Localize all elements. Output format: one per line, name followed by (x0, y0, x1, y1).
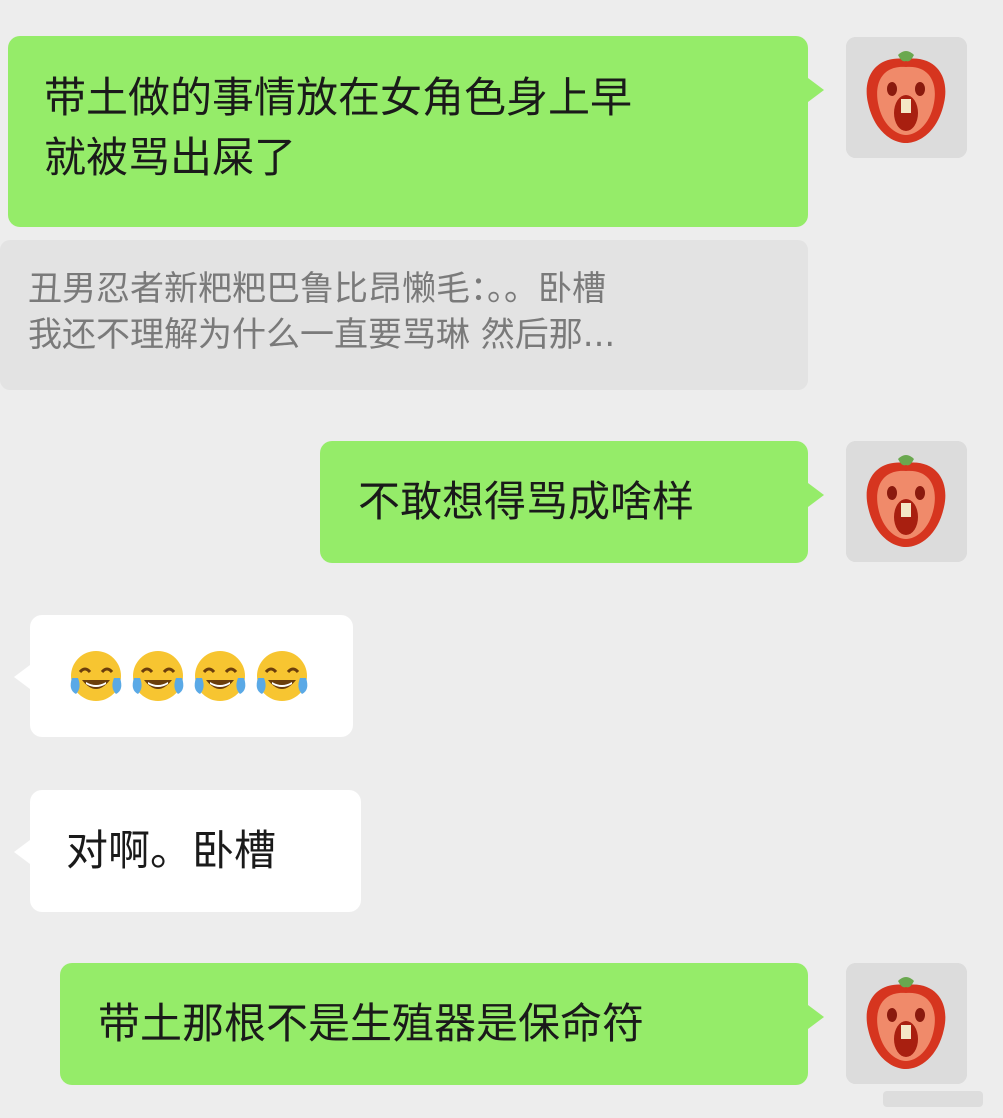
message-bubble-received-1[interactable] (14, 615, 353, 737)
pepper-avatar-icon (846, 37, 967, 158)
message-bubble-sent-1[interactable]: 带土做的事情放在女角色身上早 就被骂出屎了 (8, 36, 824, 227)
message-text: 带土那根不是生殖器是保命符 (98, 999, 645, 1048)
message-bubble-sent-3[interactable]: 带土那根不是生殖器是保命符 (60, 963, 824, 1085)
watermark-logo-icon (883, 1088, 983, 1110)
face-with-tears-of-joy-icon (252, 646, 312, 706)
avatar-self[interactable] (846, 37, 967, 158)
avatar-self[interactable] (846, 441, 967, 562)
pepper-avatar-icon (846, 963, 967, 1084)
quoted-message[interactable]: 丑男忍者新粑粑巴鲁比昂懒毛：。。卧槽 我还不理解为什么一直要骂琳 然后那... (0, 240, 808, 390)
emoji-row (66, 646, 317, 706)
avatar-self[interactable] (846, 963, 967, 1084)
pepper-avatar-icon (846, 441, 967, 562)
quoted-text: 丑男忍者新粑粑巴鲁比昂懒毛：。。卧槽 我还不理解为什么一直要骂琳 然后那... (28, 269, 616, 355)
message-bubble-received-2[interactable]: 对啊。卧槽 (14, 790, 361, 912)
message-bubble-sent-2[interactable]: 不敢想得骂成啥样 (320, 441, 824, 563)
face-with-tears-of-joy-icon (66, 646, 126, 706)
face-with-tears-of-joy-icon (190, 646, 250, 706)
message-text: 带土做的事情放在女角色身上早 就被骂出屎了 (44, 73, 633, 182)
message-text: 不敢想得骂成啥样 (358, 477, 695, 526)
message-text: 对啊。卧槽 (66, 826, 277, 875)
face-with-tears-of-joy-icon (128, 646, 188, 706)
